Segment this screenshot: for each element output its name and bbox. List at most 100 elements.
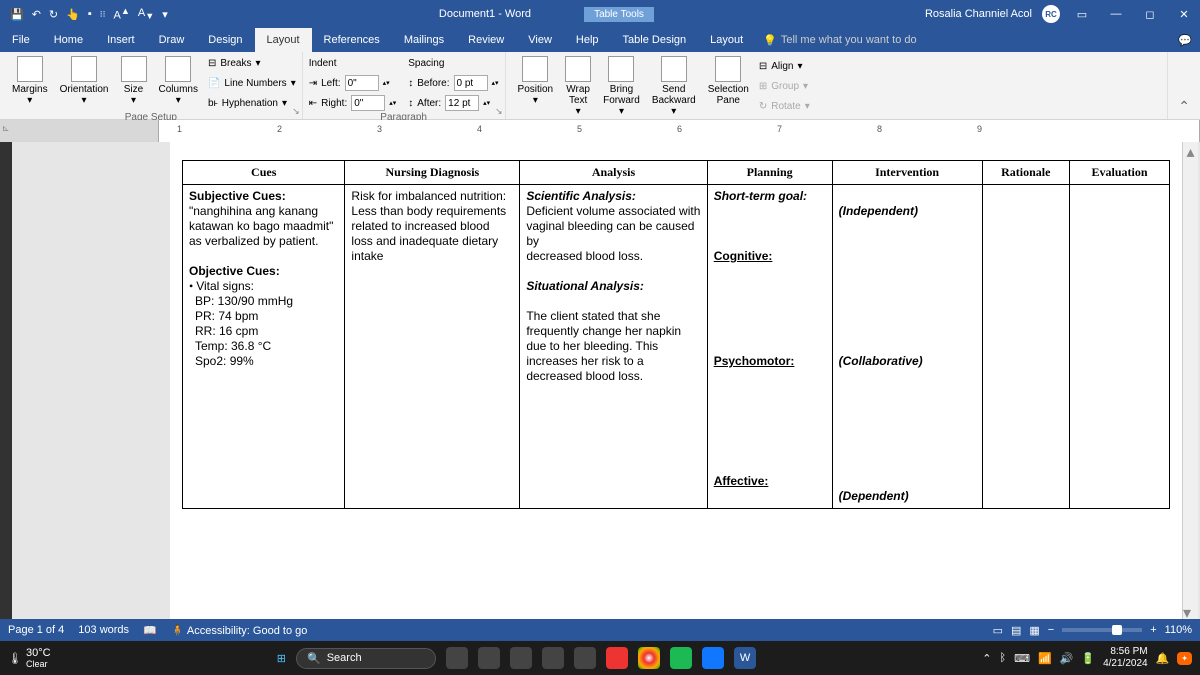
indent-right-spinner[interactable]: ▴▾ <box>389 99 396 107</box>
maximize-button[interactable]: ◻ <box>1138 8 1162 21</box>
spacing-before-spinner[interactable]: ▴▾ <box>492 79 499 87</box>
line-numbers-button[interactable]: 📄 Line Numbers ▾ <box>208 74 296 92</box>
th-intervention[interactable]: Intervention <box>832 161 982 185</box>
zoom-in-icon[interactable]: + <box>1150 624 1156 636</box>
taskbar-app-5[interactable] <box>574 647 596 669</box>
indent-left-spinner[interactable]: ▴▾ <box>383 79 390 87</box>
minimize-button[interactable]: — <box>1104 8 1128 20</box>
taskbar-app-6[interactable] <box>606 647 628 669</box>
ribbon-options-icon[interactable]: ▭ <box>1070 8 1094 21</box>
taskbar-spotify[interactable] <box>670 647 692 669</box>
taskbar-clock[interactable]: 8:56 PM 4/21/2024 <box>1103 646 1148 670</box>
cell-cues[interactable]: Subjective Cues: "nanghihina ang kanang … <box>183 185 345 509</box>
th-evaluation[interactable]: Evaluation <box>1070 161 1170 185</box>
comments-icon[interactable]: 💬 <box>1178 34 1192 47</box>
taskbar-app-7[interactable] <box>702 647 724 669</box>
th-analysis[interactable]: Analysis <box>520 161 707 185</box>
send-backward-button[interactable]: SendBackward ▾ <box>646 54 702 119</box>
tab-references[interactable]: References <box>312 28 392 52</box>
tab-draw[interactable]: Draw <box>147 28 197 52</box>
taskbar-word[interactable]: W <box>734 647 756 669</box>
taskbar-app-1[interactable] <box>446 647 468 669</box>
copilot-icon[interactable]: ✦ <box>1177 652 1192 665</box>
taskbar-app-2[interactable] <box>478 647 500 669</box>
avatar[interactable]: RC <box>1042 5 1060 23</box>
read-mode-icon[interactable]: ▭ <box>993 624 1003 637</box>
align-button[interactable]: ⊟ Align ▾ <box>759 58 810 76</box>
zoom-level[interactable]: 110% <box>1165 624 1192 636</box>
paragraph-launcher[interactable]: ↘ <box>495 106 503 117</box>
save-icon[interactable]: 💾 <box>10 8 24 21</box>
tab-table-layout[interactable]: Layout <box>698 28 755 52</box>
tray-chevron-icon[interactable]: ⌃ <box>982 652 991 665</box>
zoom-slider[interactable] <box>1062 628 1142 632</box>
cell-analysis[interactable]: Scientific Analysis: Deficient volume as… <box>520 185 707 509</box>
start-button[interactable]: ⊞ <box>277 652 286 665</box>
margins-button[interactable]: Margins▾ <box>6 54 54 112</box>
taskbar-app-4[interactable] <box>542 647 564 669</box>
close-button[interactable]: ✕ <box>1172 8 1196 21</box>
tab-table-design[interactable]: Table Design <box>611 28 699 52</box>
undo-icon[interactable]: ↶ <box>32 8 41 21</box>
taskbar-app-3[interactable] <box>510 647 532 669</box>
page-setup-launcher[interactable]: ↘ <box>292 106 300 117</box>
taskbar-search[interactable]: 🔍 Search <box>296 648 436 669</box>
word-count[interactable]: 103 words <box>78 624 129 636</box>
th-planning[interactable]: Planning <box>707 161 832 185</box>
font-size-inc-icon[interactable]: A▲ <box>113 6 129 22</box>
spacing-before-input[interactable] <box>454 75 488 91</box>
document-page[interactable]: Cues Nursing Diagnosis Analysis Planning… <box>170 142 1182 619</box>
page-count[interactable]: Page 1 of 4 <box>8 624 64 636</box>
tab-help[interactable]: Help <box>564 28 611 52</box>
zoom-out-icon[interactable]: − <box>1048 624 1054 636</box>
tray-wifi-icon[interactable]: 📶 <box>1038 652 1052 665</box>
breaks-button[interactable]: ⊟ Breaks ▾ <box>208 54 296 72</box>
tab-insert[interactable]: Insert <box>95 28 147 52</box>
spell-check-icon[interactable]: 📖 <box>143 624 157 637</box>
th-rationale[interactable]: Rationale <box>982 161 1069 185</box>
tab-review[interactable]: Review <box>456 28 516 52</box>
collapse-ribbon-icon[interactable]: ⌃ <box>1168 94 1200 119</box>
group-button[interactable]: ⊞ Group ▾ <box>759 78 810 96</box>
tab-home[interactable]: Home <box>42 28 95 52</box>
tray-battery-icon[interactable]: 🔋 <box>1081 652 1095 665</box>
cell-evaluation[interactable] <box>1070 185 1170 509</box>
vertical-scrollbar[interactable]: ▴ ▾ <box>1182 142 1198 619</box>
font-size-dec-icon[interactable]: A▼ <box>138 7 154 21</box>
tray-bluetooth-icon[interactable]: ᛒ <box>999 652 1006 664</box>
tab-file[interactable]: File <box>0 28 42 52</box>
cell-rationale[interactable] <box>982 185 1069 509</box>
cell-diagnosis[interactable]: Risk for imbalanced nutrition: Less than… <box>345 185 520 509</box>
hyphenation-button[interactable]: bⱶ Hyphenation ▾ <box>208 94 296 112</box>
rotate-button[interactable]: ↻ Rotate ▾ <box>759 98 810 116</box>
print-layout-icon[interactable]: ▤ <box>1011 624 1021 637</box>
size-button[interactable]: Size▾ <box>115 54 153 112</box>
position-button[interactable]: Position▾ <box>512 54 560 119</box>
touch-mode-icon[interactable]: 👆 <box>66 8 80 21</box>
cell-intervention[interactable]: (Independent) (Collaborative) (Dependent… <box>832 185 982 509</box>
tray-volume-icon[interactable]: 🔊 <box>1060 652 1074 665</box>
orientation-button[interactable]: Orientation▾ <box>54 54 115 112</box>
tray-keyboard-icon[interactable]: ⌨ <box>1014 652 1030 665</box>
selection-pane-button[interactable]: SelectionPane <box>702 54 755 119</box>
indent-left-input[interactable] <box>345 75 379 91</box>
notifications-icon[interactable]: 🔔 <box>1156 652 1170 665</box>
spacing-after-spinner[interactable]: ▴▾ <box>483 99 490 107</box>
qat-more-icon[interactable]: ⁝⁝ <box>100 9 106 20</box>
taskbar-weather[interactable]: 🌡 30°C Clear <box>8 647 51 669</box>
accessibility-status[interactable]: 🧍 Accessibility: Good to go <box>171 624 308 637</box>
spacing-after-input[interactable] <box>445 95 479 111</box>
tell-me-search[interactable]: 💡 Tell me what you want to do <box>763 34 916 47</box>
th-cues[interactable]: Cues <box>183 161 345 185</box>
cell-planning[interactable]: Short-term goal: Cognitive: Psychomotor:… <box>707 185 832 509</box>
taskbar-chrome[interactable] <box>638 647 660 669</box>
web-layout-icon[interactable]: ▦ <box>1029 624 1039 637</box>
tab-view[interactable]: View <box>516 28 564 52</box>
th-diagnosis[interactable]: Nursing Diagnosis <box>345 161 520 185</box>
columns-button[interactable]: Columns▾ <box>153 54 204 112</box>
tab-design[interactable]: Design <box>196 28 254 52</box>
tab-mailings[interactable]: Mailings <box>392 28 456 52</box>
indent-right-input[interactable] <box>351 95 385 111</box>
tab-layout[interactable]: Layout <box>255 28 312 52</box>
bring-forward-button[interactable]: BringForward ▾ <box>597 54 646 119</box>
